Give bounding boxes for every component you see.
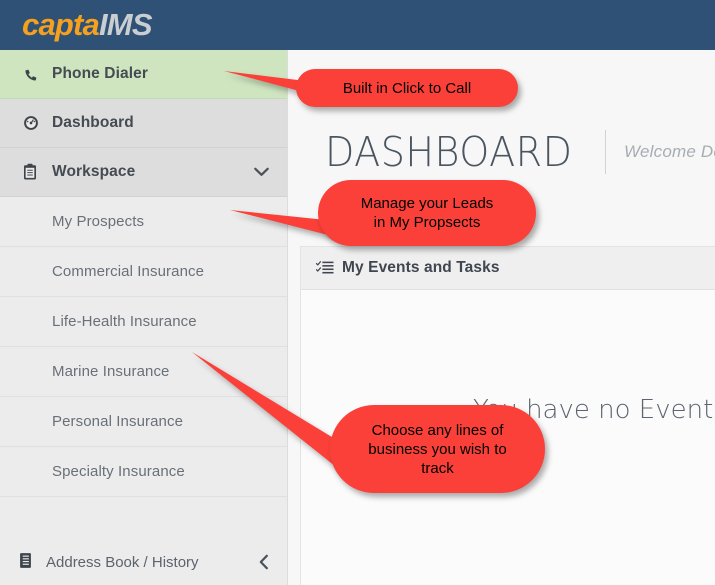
- sidebar-item-my-prospects[interactable]: My Prospects: [0, 197, 287, 247]
- sidebar-item-label: Dashboard: [52, 114, 134, 131]
- sidebar-item-life-health-insurance[interactable]: Life-Health Insurance: [0, 297, 287, 347]
- sidebar-item-personal-insurance[interactable]: Personal Insurance: [0, 397, 287, 447]
- main-content-area: DASHBOARD Welcome Demo My Events and Tas…: [289, 50, 715, 585]
- sidebar-item-workspace[interactable]: Workspace: [0, 148, 287, 197]
- logo-primary-text: capta: [22, 7, 100, 42]
- title-divider: [605, 130, 607, 174]
- sidebar-item-dashboard[interactable]: Dashboard: [0, 99, 287, 148]
- sidebar-subitem-label: Personal Insurance: [52, 413, 184, 430]
- sidebar-subitem-label: Life-Health Insurance: [52, 313, 197, 330]
- sidebar-subitem-label: My Prospects: [52, 213, 145, 230]
- app-logo[interactable]: captaIMS: [22, 6, 152, 44]
- events-and-tasks-panel: My Events and Tasks You have no Events: [300, 246, 715, 585]
- sidebar-item-marine-insurance[interactable]: Marine Insurance: [0, 347, 287, 397]
- sidebar-subitem-label: Specialty Insurance: [52, 463, 185, 480]
- empty-state-message: You have no Events: [473, 395, 715, 425]
- sidebar-item-phone-dialer[interactable]: Phone Dialer: [0, 50, 287, 99]
- book-icon: [18, 552, 46, 573]
- sidebar-subitem-label: Commercial Insurance: [52, 263, 205, 280]
- sidebar-navigation: Phone Dialer Dashboard Workspace My Pros…: [0, 50, 288, 585]
- phone-icon: [22, 66, 48, 83]
- application-window: captaIMS Phone Dialer Dashboard Workspac…: [0, 0, 715, 585]
- logo-secondary-text: IMS: [98, 7, 153, 42]
- panel-title: My Events and Tasks: [342, 259, 500, 276]
- welcome-message: Welcome Demo: [624, 142, 715, 161]
- page-title-row: DASHBOARD Welcome Demo: [325, 128, 715, 176]
- sidebar-item-label: Workspace: [52, 163, 136, 180]
- chevron-down-icon[interactable]: [254, 167, 269, 177]
- sidebar-item-commercial-insurance[interactable]: Commercial Insurance: [0, 247, 287, 297]
- sidebar-item-specialty-insurance[interactable]: Specialty Insurance: [0, 447, 287, 497]
- sidebar-bottom-label: Address Book / History: [46, 553, 199, 571]
- page-title: DASHBOARD: [325, 128, 573, 176]
- sidebar-subitem-label: Marine Insurance: [52, 363, 170, 380]
- chevron-left-icon[interactable]: [259, 554, 269, 570]
- top-header-bar: captaIMS: [0, 0, 715, 50]
- sidebar-item-label: Phone Dialer: [52, 65, 148, 82]
- clipboard-icon: [22, 163, 48, 181]
- panel-body: You have no Events: [301, 290, 715, 585]
- panel-header: My Events and Tasks: [301, 247, 715, 290]
- tachometer-icon: [22, 114, 48, 132]
- task-list-icon: [316, 260, 342, 276]
- sidebar-item-address-book-history[interactable]: Address Book / History: [0, 539, 287, 585]
